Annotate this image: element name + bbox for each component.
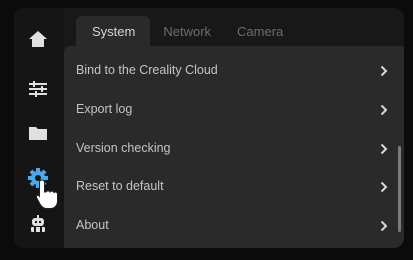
- chevron-right-icon: [380, 103, 388, 121]
- tab-bar: System Network Camera: [76, 16, 296, 46]
- chevron-right-icon: [380, 64, 388, 82]
- robot-icon[interactable]: [26, 212, 50, 236]
- settings-item-about[interactable]: About: [64, 206, 404, 244]
- tab-network[interactable]: Network: [150, 16, 224, 46]
- sliders-icon[interactable]: [26, 77, 50, 101]
- settings-main: System Network Camera Bind to the Creali…: [64, 8, 404, 248]
- tab-system[interactable]: System: [76, 16, 151, 46]
- settings-item-label: About: [76, 218, 109, 232]
- settings-panel: Bind to the Creality Cloud Export log Ve…: [64, 46, 404, 248]
- touchscreen: System Network Camera Bind to the Creali…: [14, 8, 404, 248]
- home-icon[interactable]: [26, 27, 50, 51]
- pointing-hand-icon: [34, 178, 60, 215]
- scrollbar[interactable]: [398, 146, 401, 232]
- settings-item-version-checking[interactable]: Version checking: [64, 129, 404, 167]
- folder-icon[interactable]: [26, 121, 50, 145]
- settings-item-export-log[interactable]: Export log: [64, 90, 404, 128]
- settings-item-label: Bind to the Creality Cloud: [76, 63, 218, 77]
- chevron-right-icon: [380, 180, 388, 198]
- settings-item-label: Reset to default: [76, 179, 164, 193]
- settings-item-bind-cloud[interactable]: Bind to the Creality Cloud: [64, 51, 404, 89]
- settings-item-label: Version checking: [76, 141, 171, 155]
- tab-camera[interactable]: Camera: [224, 16, 296, 46]
- settings-item-reset-default[interactable]: Reset to default: [64, 167, 404, 205]
- settings-item-label: Export log: [76, 102, 133, 116]
- chevron-right-icon: [380, 219, 388, 237]
- chevron-right-icon: [380, 142, 388, 160]
